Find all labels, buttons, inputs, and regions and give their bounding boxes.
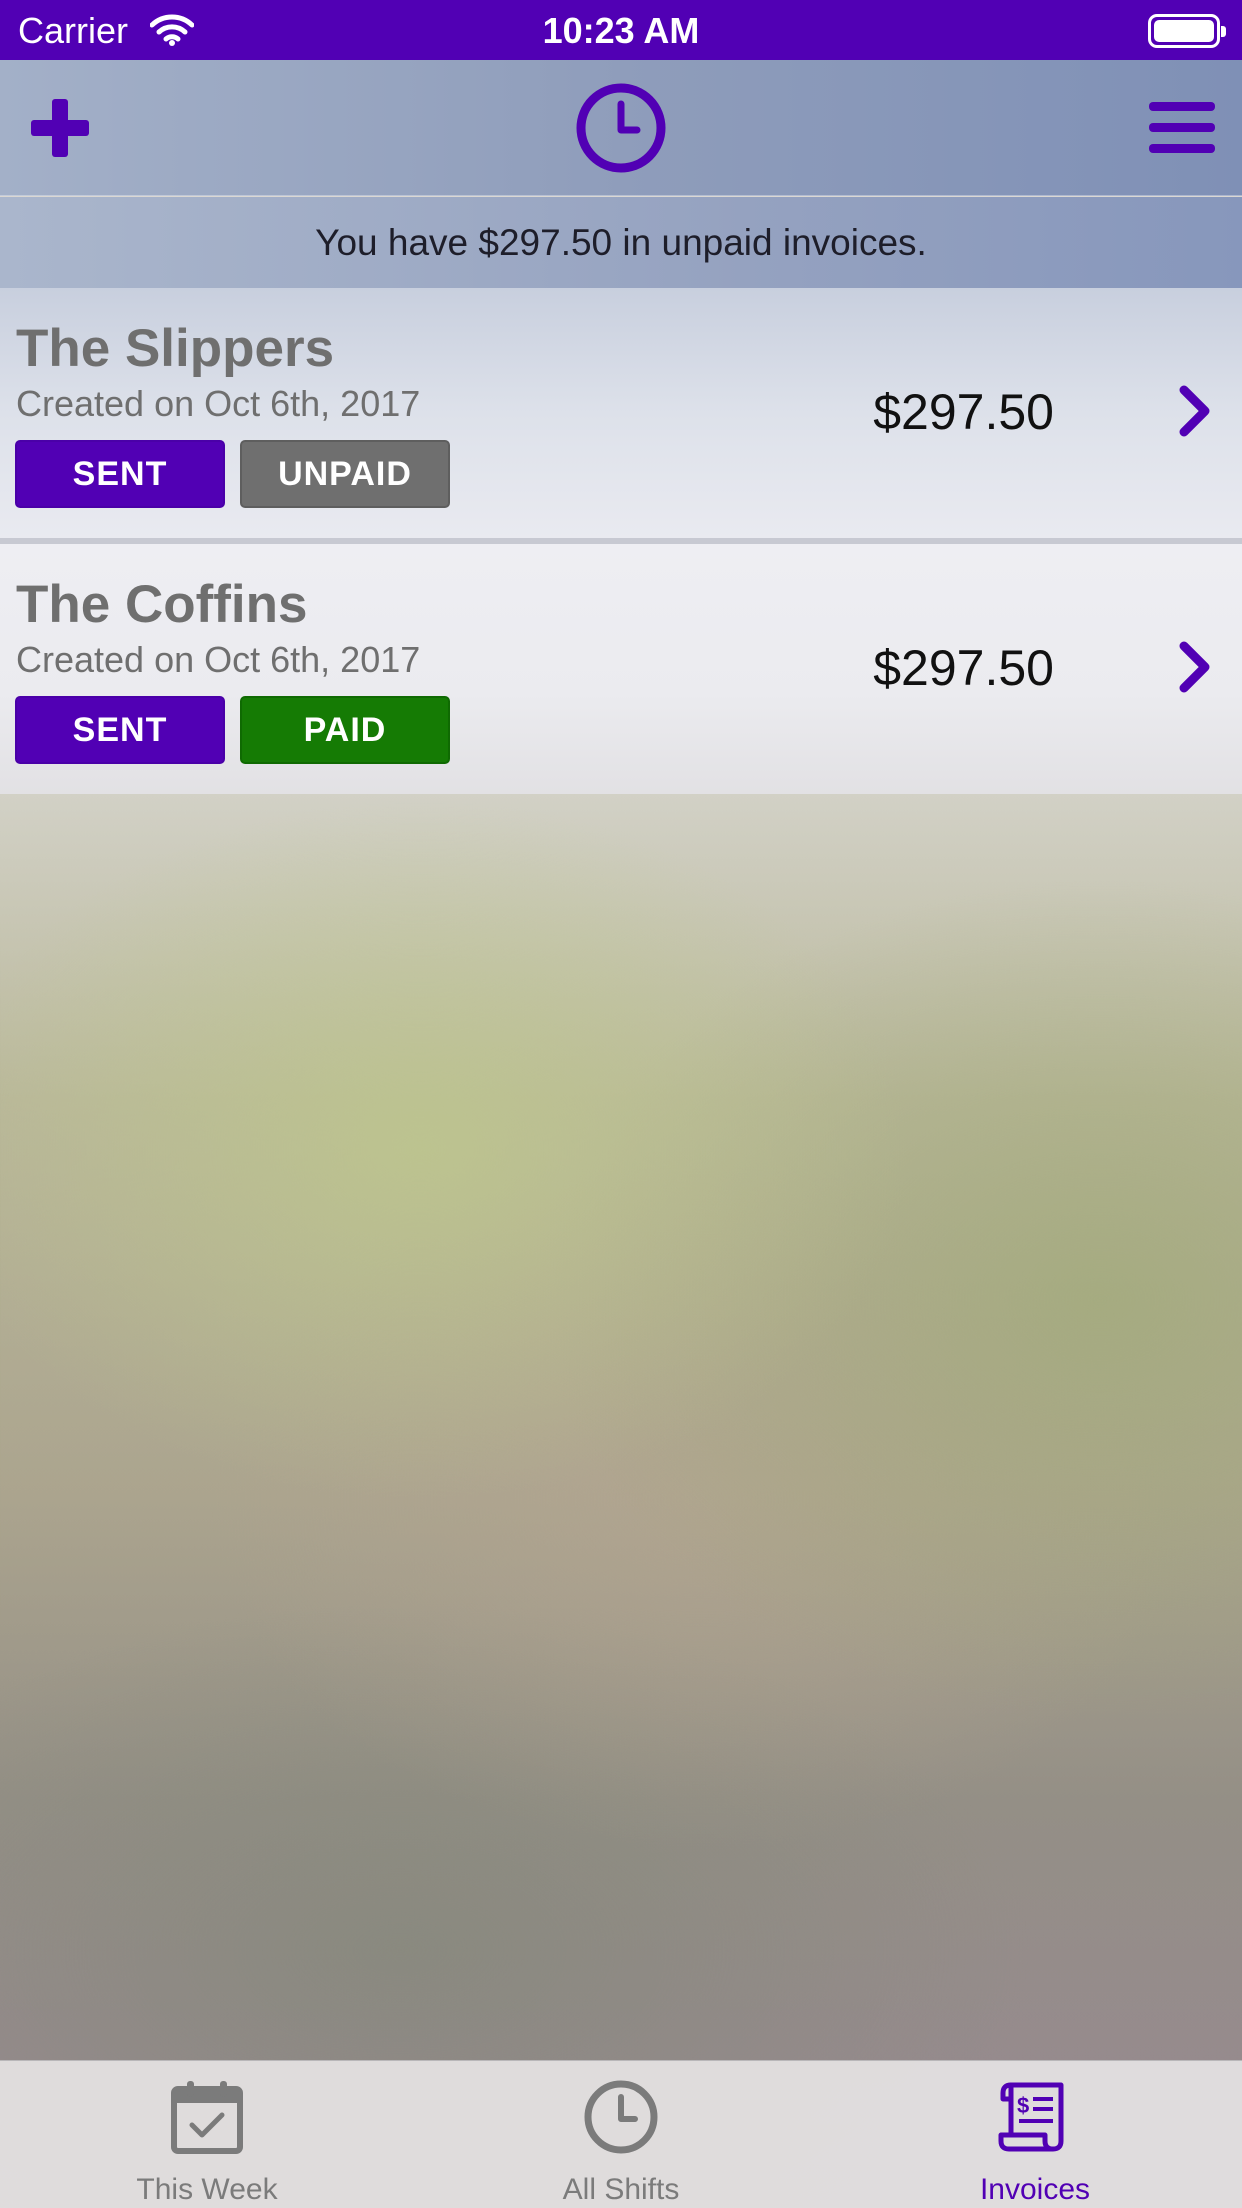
unpaid-summary-text: You have $297.50 in unpaid invoices. [315, 221, 927, 263]
menu-button[interactable] [1140, 60, 1224, 196]
tab-bar: This Week All Shifts $ Invoices [0, 2060, 1242, 2208]
clock-icon [576, 83, 666, 173]
invoice-created-date: Created on Oct 6th, 2017 [16, 383, 421, 424]
invoice-created-date: Created on Oct 6th, 2017 [16, 639, 421, 680]
battery-icon [1148, 14, 1226, 48]
sent-badge: SENT [15, 440, 225, 508]
tab-all-shifts[interactable]: All Shifts [414, 2061, 828, 2208]
unpaid-summary-banner: You have $297.50 in unpaid invoices. [0, 197, 1242, 288]
tab-invoices[interactable]: $ Invoices [828, 2061, 1242, 2208]
calendar-check-icon [0, 2079, 414, 2155]
clock-button[interactable] [571, 60, 671, 196]
invoice-client-name: The Coffins [16, 575, 308, 634]
chevron-right-icon [1178, 384, 1212, 443]
sent-badge: SENT [15, 696, 225, 764]
status-time: 10:23 AM [542, 10, 700, 51]
svg-text:$: $ [1017, 2093, 1029, 2118]
hamburger-menu-icon [1149, 102, 1215, 153]
unpaid-badge: UNPAID [240, 440, 450, 508]
invoice-client-name: The Slippers [16, 319, 335, 378]
invoice-amount: $297.50 [873, 640, 1054, 696]
plus-icon [31, 99, 89, 157]
nav-bar [0, 60, 1242, 196]
add-button[interactable] [18, 60, 102, 196]
tab-label: Invoices [979, 2173, 1091, 2206]
invoice-amount: $297.50 [873, 384, 1054, 440]
chevron-right-icon [1178, 640, 1212, 699]
tab-this-week[interactable]: This Week [0, 2061, 414, 2208]
invoice-row[interactable]: The Slippers Created on Oct 6th, 2017 SE… [0, 288, 1242, 538]
tab-label: This Week [136, 2173, 278, 2206]
paid-badge: PAID [240, 696, 450, 764]
status-bar: Carrier 10:23 AM [0, 0, 1242, 60]
tab-label: All Shifts [562, 2173, 680, 2206]
invoice-row[interactable]: The Coffins Created on Oct 6th, 2017 SEN… [0, 544, 1242, 794]
clock-icon [414, 2079, 828, 2155]
invoice-scroll-icon: $ [828, 2079, 1242, 2155]
